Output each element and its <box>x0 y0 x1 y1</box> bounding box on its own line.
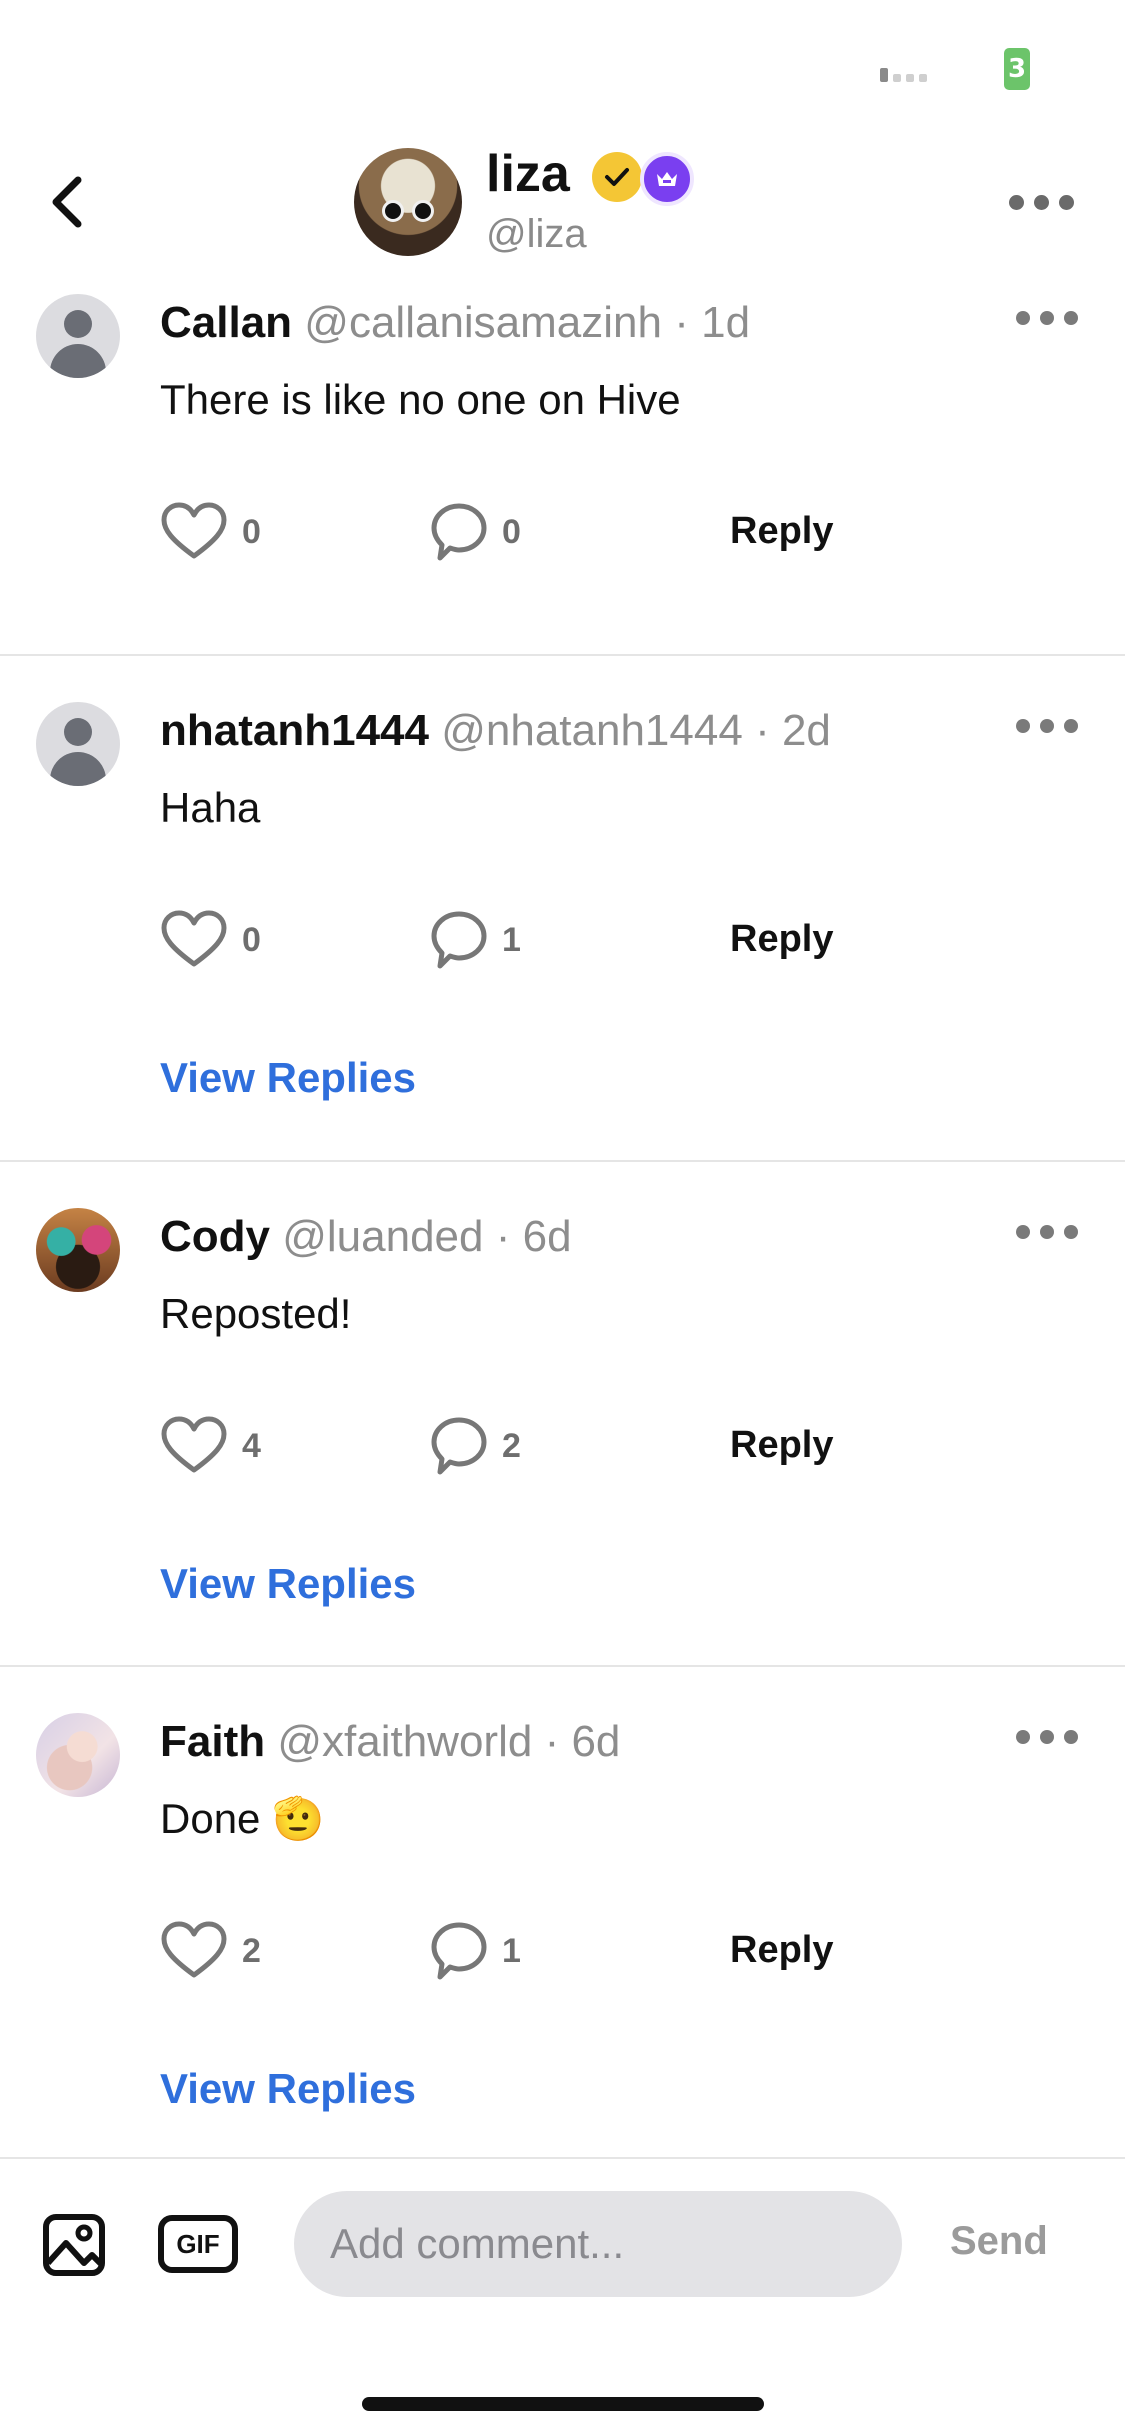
comment-timestamp: 2d <box>781 706 831 755</box>
comment-meta: Cody @luanded · 6d <box>160 1212 572 1262</box>
comment-more-button[interactable] <box>1002 1707 1092 1767</box>
comment-more-button[interactable] <box>1002 288 1092 348</box>
gif-button[interactable]: GIF <box>158 2215 238 2273</box>
heart-icon <box>161 1921 227 1978</box>
comment-author-handle: @luanded <box>282 1212 484 1261</box>
comment-more-button[interactable] <box>1002 1202 1092 1262</box>
view-replies-link[interactable]: View Replies <box>160 1054 416 1102</box>
comment-timestamp: 6d <box>522 1212 572 1261</box>
comment-meta: Faith @xfaithworld · 6d <box>160 1717 620 1767</box>
profile-name: liza <box>486 145 570 203</box>
comment-author-handle: @xfaithworld <box>277 1717 533 1766</box>
reply-button[interactable]: Reply <box>730 1424 833 1467</box>
comment-timestamp: 1d <box>701 298 751 347</box>
reply-count: 1 <box>502 1931 521 1970</box>
reply-count: 2 <box>502 1426 521 1465</box>
comment-bubble-icon <box>431 503 487 561</box>
comment-bubble-icon <box>431 911 487 969</box>
replies-count-button[interactable]: 2 <box>430 1416 521 1476</box>
like-count: 0 <box>242 920 261 959</box>
comment-item: Cody @luanded · 6d Reposted! 4 2 Reply V… <box>0 1162 1125 1667</box>
more-dots-icon <box>1016 1225 1030 1239</box>
like-button[interactable]: 2 <box>160 1921 261 1981</box>
comment-text: Reposted! <box>160 1290 352 1337</box>
comment-author-name[interactable]: nhatanh1444 <box>160 706 429 755</box>
avatar[interactable] <box>36 702 120 786</box>
comment-composer: GIF Send <box>0 2159 1125 2328</box>
view-replies-link[interactable]: View Replies <box>160 2065 416 2113</box>
view-replies-link[interactable]: View Replies <box>160 1560 416 1608</box>
profile-avatar[interactable] <box>354 148 462 256</box>
attach-image-button[interactable] <box>42 2213 106 2281</box>
status-bar: 3 <box>0 0 1125 130</box>
profile-header: liza @liza <box>0 130 1125 270</box>
comment-author-name[interactable]: Callan <box>160 298 292 347</box>
replies-count-button[interactable]: 1 <box>430 1921 521 1981</box>
meta-separator: · <box>495 1212 511 1261</box>
reply-count: 1 <box>502 920 521 959</box>
comment-author-name[interactable]: Faith <box>160 1717 265 1766</box>
send-button[interactable]: Send <box>950 2219 1048 2264</box>
replies-count-button[interactable]: 0 <box>430 502 521 562</box>
comment-bubble-icon <box>431 1922 487 1980</box>
add-comment-input[interactable] <box>294 2191 902 2297</box>
header-more-button[interactable] <box>996 172 1086 232</box>
comment-text: There is like no one on Hive <box>160 376 681 423</box>
comment-text: Done 🫡 <box>160 1795 325 1842</box>
crown-icon <box>640 152 694 206</box>
like-count: 4 <box>242 1426 261 1465</box>
comment-text: Haha <box>160 784 261 831</box>
comment-bubble-icon <box>431 1417 487 1475</box>
more-dots-icon <box>1016 719 1030 733</box>
avatar[interactable] <box>36 1208 120 1292</box>
comment-timestamp: 6d <box>571 1717 621 1766</box>
signal-bars-icon <box>880 68 927 82</box>
comment-author-name[interactable]: Cody <box>160 1212 270 1261</box>
heart-icon <box>161 502 227 559</box>
image-icon <box>43 2214 105 2276</box>
replies-count-button[interactable]: 1 <box>430 910 521 970</box>
avatar[interactable] <box>36 1713 120 1797</box>
meta-separator: · <box>544 1717 560 1766</box>
back-button[interactable] <box>40 170 96 234</box>
chevron-left-icon <box>52 176 82 228</box>
comment-item: nhatanh1444 @nhatanh1444 · 2d Haha 0 1 R… <box>0 656 1125 1162</box>
like-button[interactable]: 4 <box>160 1416 261 1476</box>
heart-icon <box>161 910 227 967</box>
home-indicator[interactable] <box>362 2397 764 2411</box>
more-dots-icon <box>1008 194 1024 210</box>
avatar[interactable] <box>36 294 120 378</box>
reply-button[interactable]: Reply <box>730 1929 833 1972</box>
profile-handle: @liza <box>486 212 587 256</box>
meta-separator: · <box>674 298 689 347</box>
battery-icon: 3 <box>1004 48 1030 90</box>
reply-count: 0 <box>502 512 521 551</box>
reply-button[interactable]: Reply <box>730 918 833 961</box>
meta-separator: · <box>755 706 770 755</box>
verified-icon <box>592 152 642 202</box>
reply-button[interactable]: Reply <box>730 510 833 553</box>
like-count: 2 <box>242 1931 261 1970</box>
like-button[interactable]: 0 <box>160 910 261 970</box>
comment-item: Callan @callanisamazinh · 1d There is li… <box>0 270 1125 656</box>
heart-icon <box>161 1416 227 1473</box>
more-dots-icon <box>1016 311 1030 325</box>
comment-author-handle: @callanisamazinh <box>304 298 662 347</box>
like-button[interactable]: 0 <box>160 502 261 562</box>
like-count: 0 <box>242 512 261 551</box>
comment-more-button[interactable] <box>1002 696 1092 756</box>
comment-item: Faith @xfaithworld · 6d Done 🫡 2 1 Reply… <box>0 1667 1125 2159</box>
comment-meta: nhatanh1444 @nhatanh1444 · 2d <box>160 706 831 756</box>
comment-meta: Callan @callanisamazinh · 1d <box>160 298 750 348</box>
comment-author-handle: @nhatanh1444 <box>441 706 743 755</box>
more-dots-icon <box>1016 1730 1030 1744</box>
